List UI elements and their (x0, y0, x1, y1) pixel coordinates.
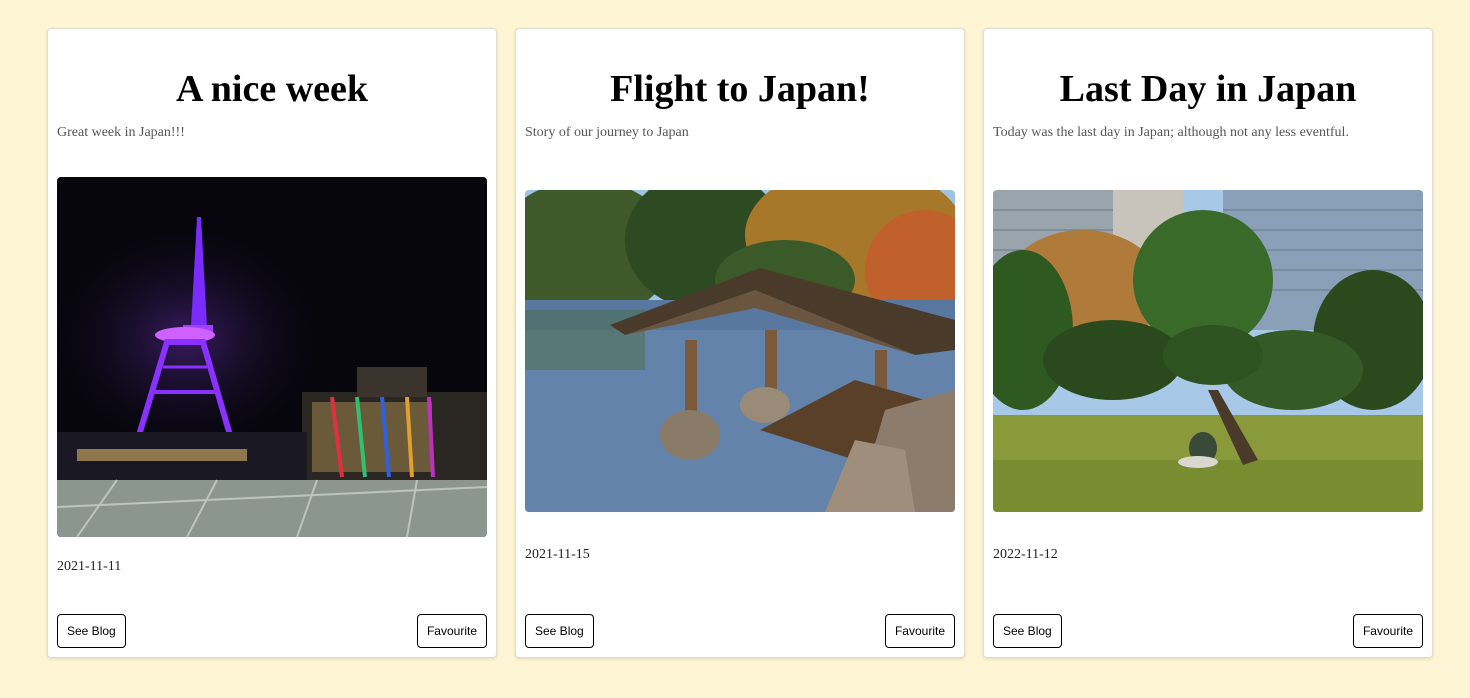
card-title: Flight to Japan! (610, 68, 870, 110)
favourite-button[interactable]: Favourite (884, 614, 955, 648)
blog-card: Flight to Japan! Story of our journey to… (515, 28, 965, 658)
card-date: 2022-11-12 (993, 547, 1058, 562)
card-photo (57, 177, 487, 537)
card-description: Today was the last day in Japan; althoug… (993, 125, 1349, 140)
favourite-button[interactable]: Favourite (416, 614, 487, 648)
card-date: 2021-11-11 (57, 559, 122, 574)
card-title: A nice week (175, 68, 369, 110)
card-description: Great week in Japan!!! (57, 125, 185, 140)
card-date: 2021-11-15 (525, 547, 590, 562)
card-photo (993, 190, 1423, 512)
see-blog-button[interactable]: See Blog (525, 614, 594, 648)
card-photo (525, 190, 955, 512)
blog-card: A nice week Great week in Japan!!! 2021-… (47, 28, 497, 658)
card-description: Story of our journey to Japan (525, 125, 689, 140)
see-blog-button[interactable]: See Blog (993, 614, 1062, 648)
favourite-button[interactable]: Favourite (1352, 614, 1423, 648)
blog-card: Last Day in Japan Today was the last day… (983, 28, 1433, 658)
card-title: Last Day in Japan (1059, 68, 1357, 110)
see-blog-button[interactable]: See Blog (57, 614, 126, 648)
